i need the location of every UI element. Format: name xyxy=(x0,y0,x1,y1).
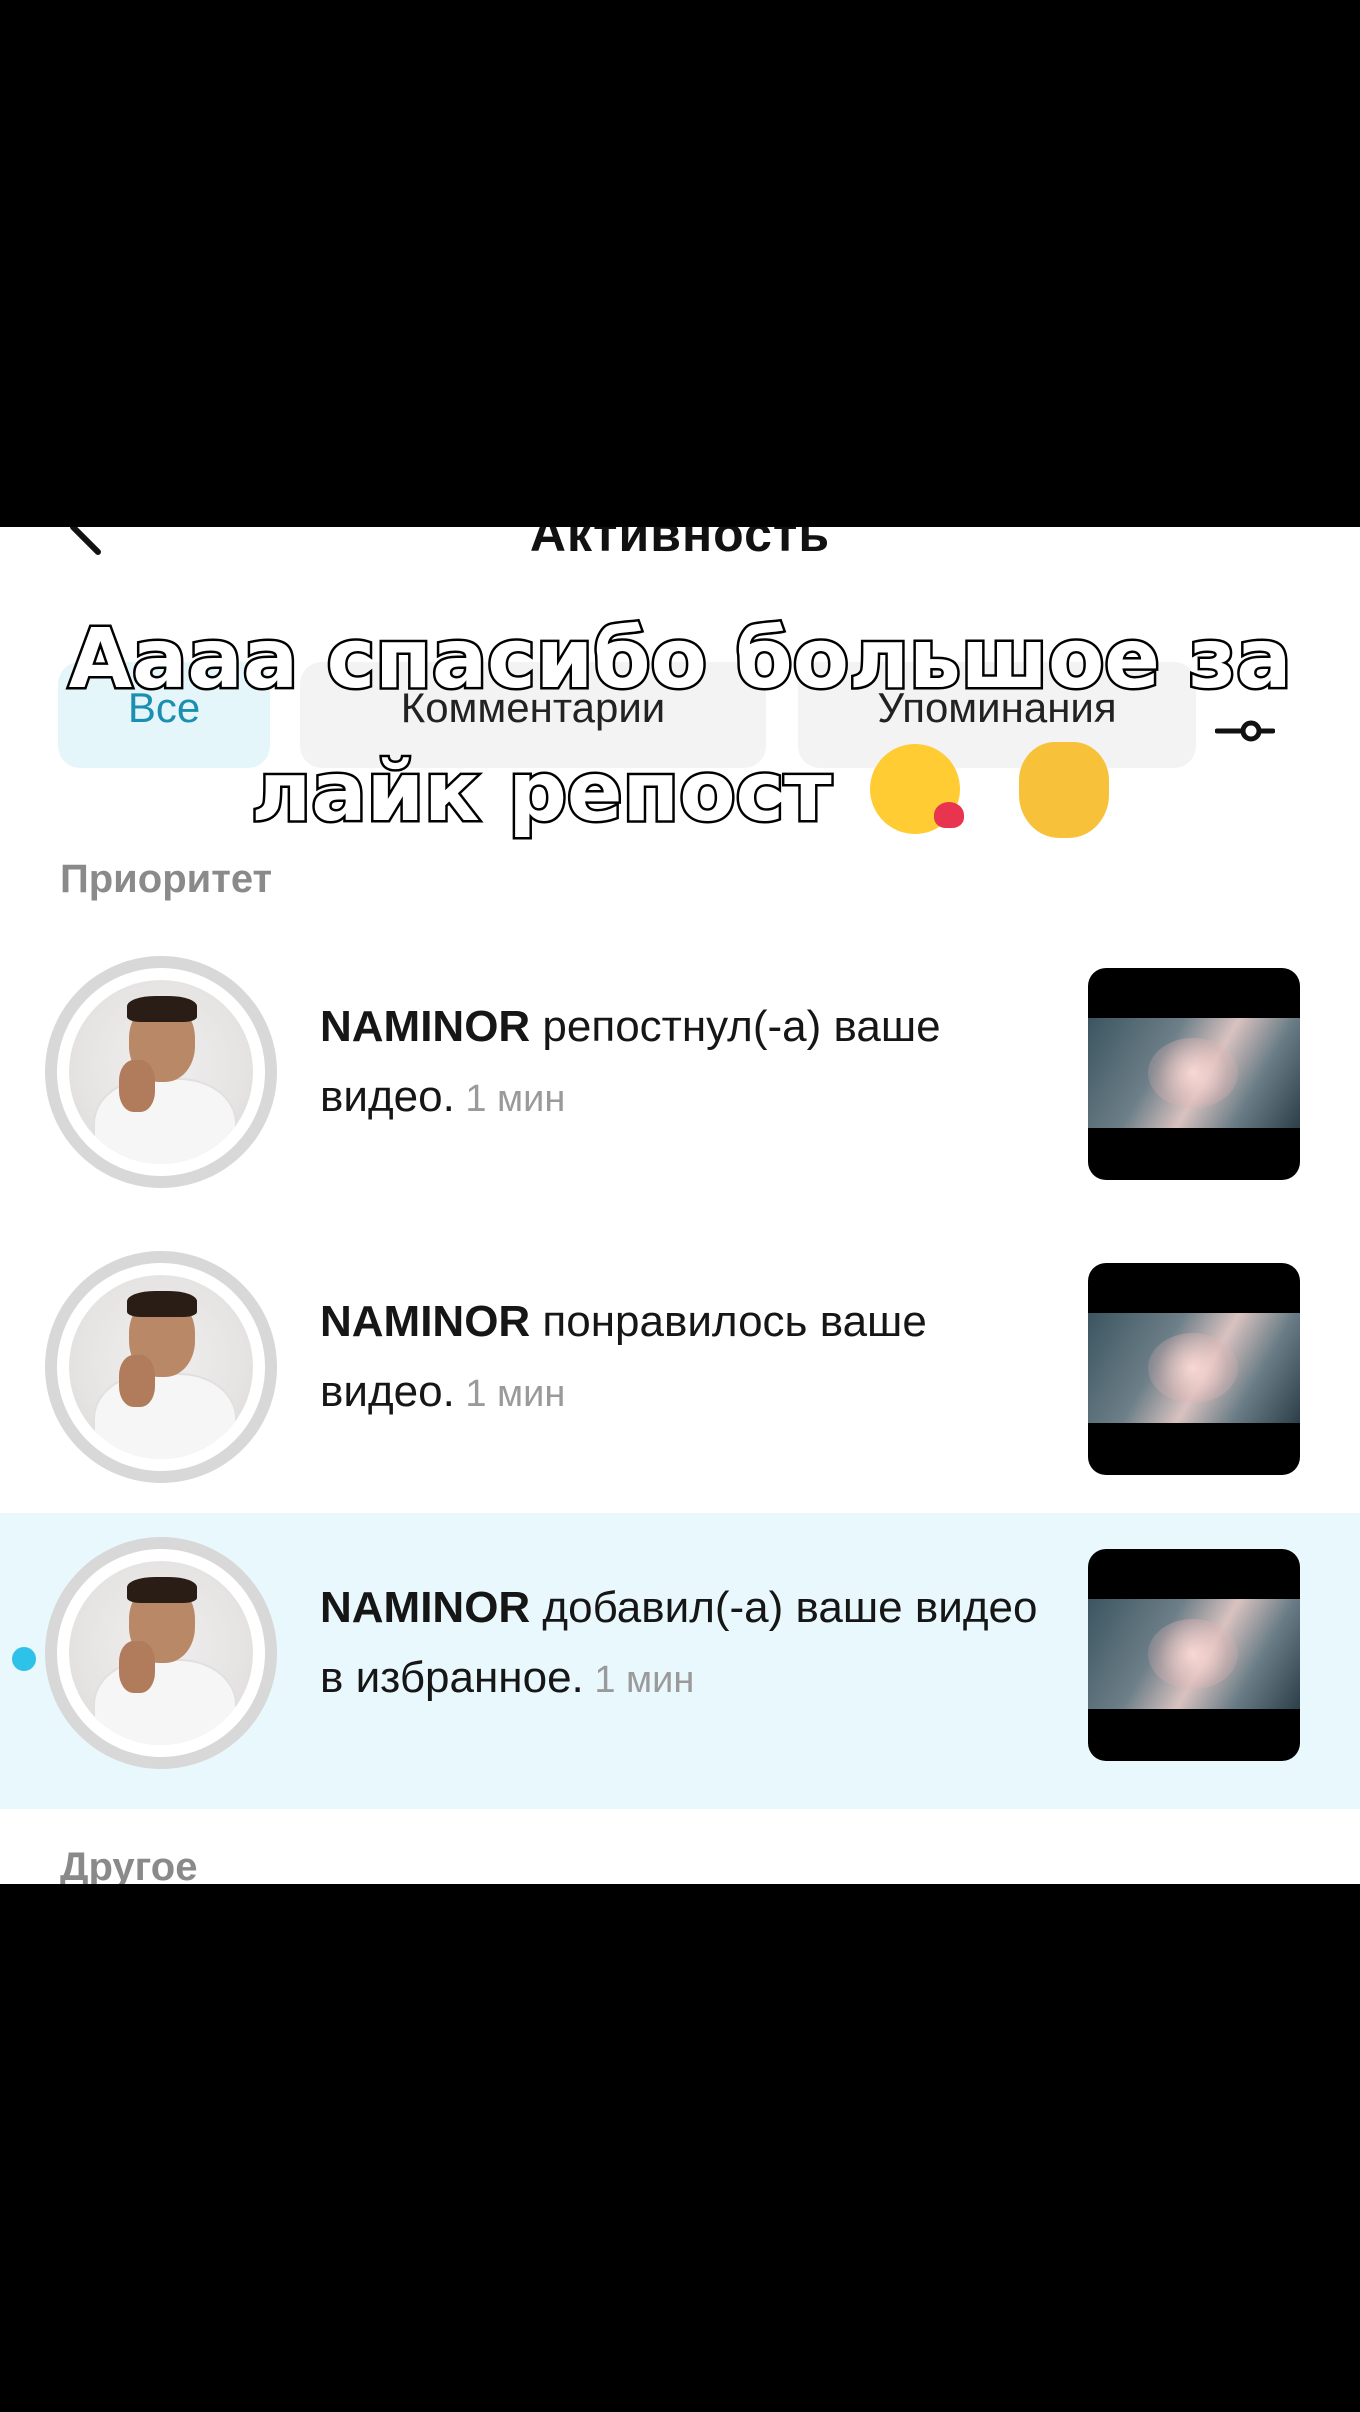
timestamp: 1 мин xyxy=(454,1078,566,1120)
activity-screen: Активность Все Комментарии Упоминания Пр… xyxy=(0,527,1360,1884)
finger-heart-emoji-icon xyxy=(1018,742,1109,838)
notification-row[interactable]: NAMINOR понравилось ваше видео. 1 мин xyxy=(0,1227,1360,1519)
caption-line-2-text: лайк репост xyxy=(249,743,834,843)
username[interactable]: NAMINOR xyxy=(320,1297,530,1346)
section-priority-label: Приоритет xyxy=(60,857,273,901)
caption-line-1: Аааа спасибо большое за xyxy=(66,610,1294,710)
avatar-photo xyxy=(69,1561,253,1745)
unread-indicator xyxy=(12,1647,36,1671)
avatar[interactable] xyxy=(45,956,277,1188)
caption-line-2: лайк репост xyxy=(0,742,1360,843)
video-thumbnail[interactable] xyxy=(1088,968,1300,1180)
avatar[interactable] xyxy=(45,1537,277,1769)
video-thumbnail[interactable] xyxy=(1088,1263,1300,1475)
video-thumbnail[interactable] xyxy=(1088,1549,1300,1761)
kissing-face-emoji-icon xyxy=(870,744,965,834)
notification-text: NAMINOR добавил(-а) ваше видео в избранн… xyxy=(320,1573,1060,1715)
section-other-label: Другое xyxy=(60,1845,198,1884)
avatar[interactable] xyxy=(45,1251,277,1483)
notification-text: NAMINOR понравилось ваше видео. 1 мин xyxy=(320,1287,1060,1429)
video-letterbox-top xyxy=(0,0,1360,527)
avatar-photo xyxy=(69,1275,253,1459)
avatar-photo xyxy=(69,980,253,1164)
timestamp: 1 мин xyxy=(583,1659,695,1701)
timestamp: 1 мин xyxy=(454,1373,566,1415)
username[interactable]: NAMINOR xyxy=(320,1002,530,1051)
username[interactable]: NAMINOR xyxy=(320,1583,530,1632)
notification-text: NAMINOR репостнул(-а) ваше видео. 1 мин xyxy=(320,992,1060,1134)
notification-row-unread[interactable]: NAMINOR добавил(-а) ваше видео в избранн… xyxy=(0,1513,1360,1809)
video-letterbox-bottom xyxy=(0,1884,1360,2412)
notification-row[interactable]: NAMINOR репостнул(-а) ваше видео. 1 мин xyxy=(0,932,1360,1224)
page-title: Активность xyxy=(529,527,831,562)
